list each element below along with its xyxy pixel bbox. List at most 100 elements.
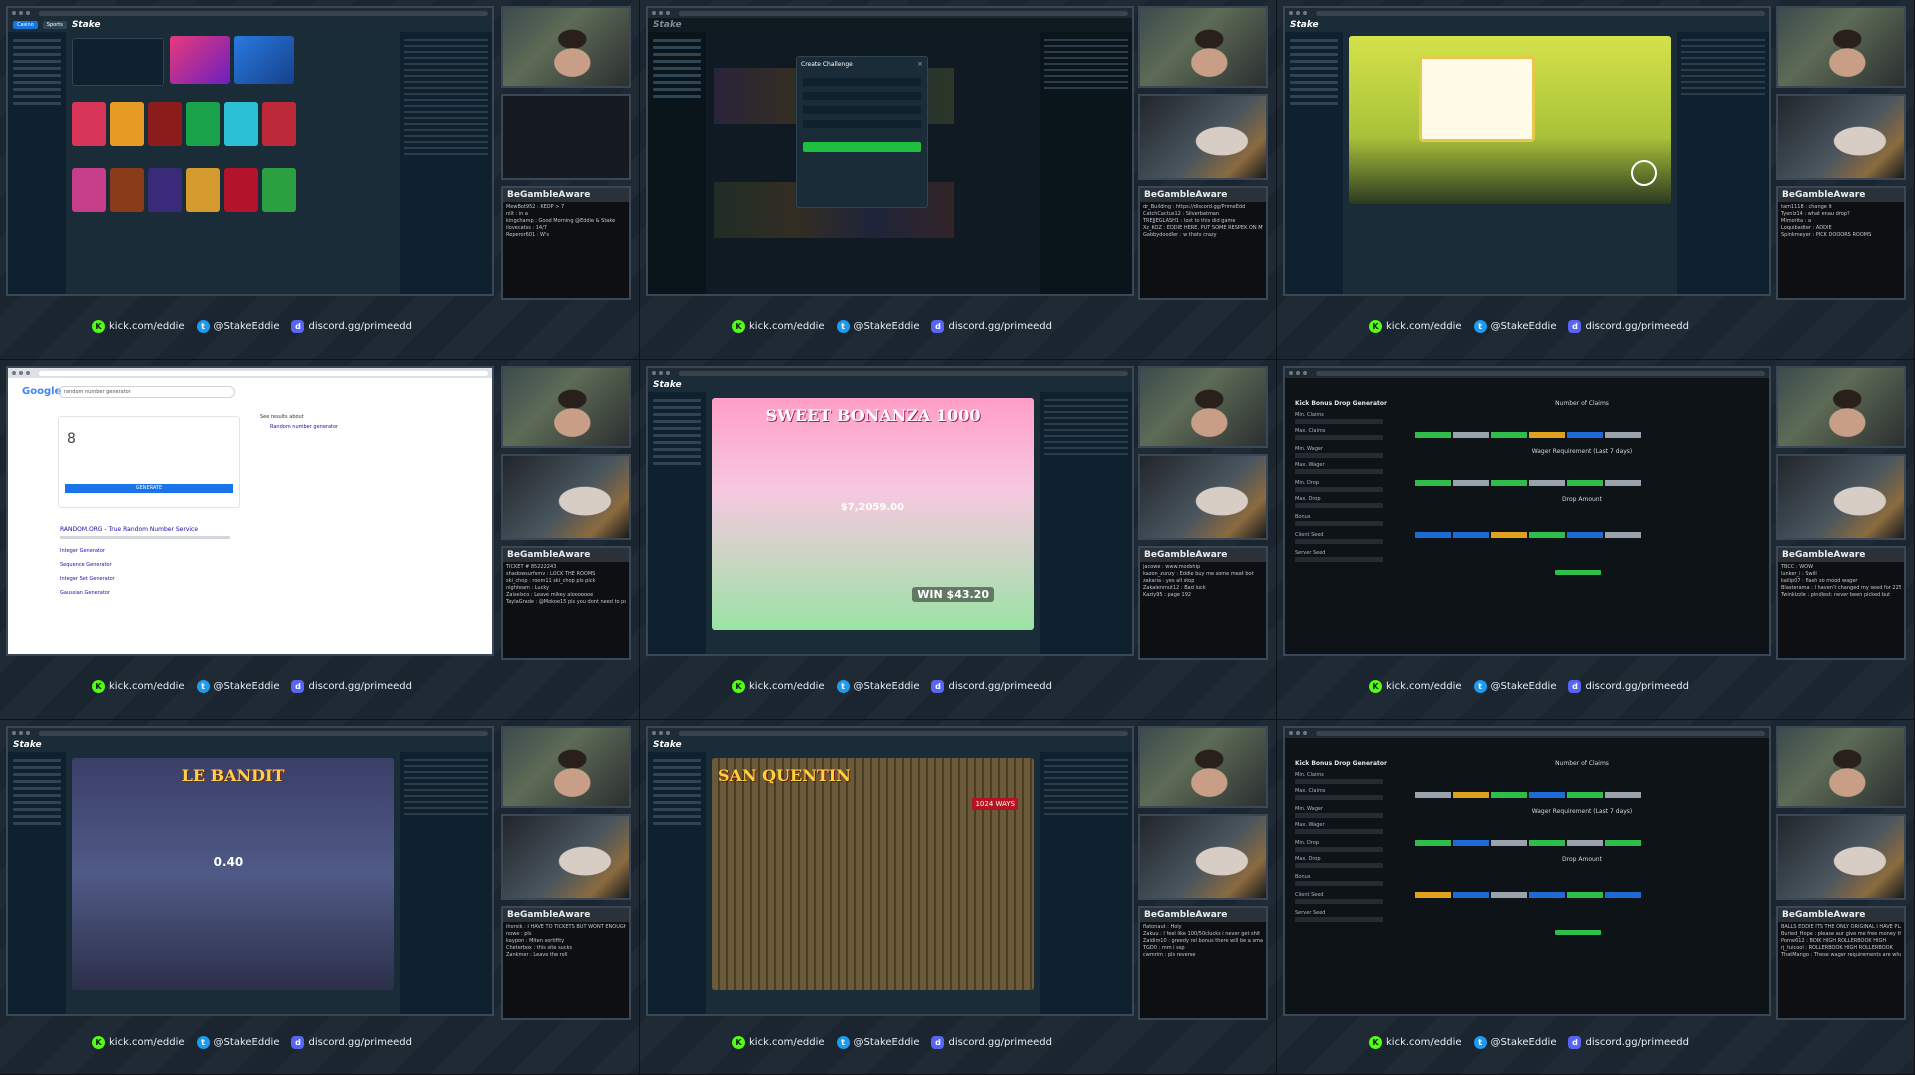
kick-link[interactable]: kick.com/eddie	[109, 681, 185, 692]
game-card[interactable]	[148, 102, 182, 146]
client-seed-input[interactable]	[1295, 539, 1383, 544]
site-logo[interactable]: Stake	[653, 380, 682, 390]
game-card[interactable]	[186, 168, 220, 212]
min-drop-input[interactable]	[1295, 487, 1383, 492]
address-bar[interactable]	[39, 10, 488, 16]
discord-link[interactable]: discord.gg/primeedd	[308, 681, 411, 692]
twitter-link[interactable]: @StakeEddie	[854, 1037, 920, 1048]
kick-link[interactable]: kick.com/eddie	[1386, 1037, 1462, 1048]
discord-link[interactable]: discord.gg/primeedd	[948, 1037, 1051, 1048]
game-card[interactable]	[224, 168, 258, 212]
min-claims-input[interactable]	[1295, 779, 1383, 784]
promo-banner-sports[interactable]	[234, 36, 294, 84]
kick-link[interactable]: kick.com/eddie	[749, 681, 825, 692]
max-claims-input[interactable]	[1295, 435, 1383, 440]
max-drop-input[interactable]	[1295, 863, 1383, 868]
game-card[interactable]	[72, 168, 106, 212]
discord-link[interactable]: discord.gg/primeedd	[948, 681, 1051, 692]
kick-link[interactable]: kick.com/eddie	[1386, 321, 1462, 332]
site-chat	[400, 32, 492, 294]
address-bar[interactable]	[679, 370, 1128, 376]
game-card[interactable]	[262, 102, 296, 146]
generate-button[interactable]: GENERATE	[65, 484, 233, 493]
site-logo[interactable]: Stake	[1290, 20, 1319, 30]
discord-link[interactable]: discord.gg/primeedd	[1585, 1037, 1688, 1048]
server-seed-input[interactable]	[1295, 917, 1383, 922]
twitter-link[interactable]: @StakeEddie	[1491, 1037, 1557, 1048]
twitter-link[interactable]: @StakeEddie	[214, 681, 280, 692]
address-bar[interactable]	[679, 730, 1128, 736]
max-claims-input[interactable]	[1295, 795, 1383, 800]
generate-button[interactable]	[1555, 930, 1601, 935]
max-wager-input[interactable]	[1295, 469, 1383, 474]
min-drop-input[interactable]	[1295, 847, 1383, 852]
bonus-input[interactable]	[1295, 881, 1383, 886]
site-logo[interactable]: Stake	[653, 20, 682, 30]
twitter-link[interactable]: @StakeEddie	[1491, 321, 1557, 332]
game-card[interactable]	[186, 102, 220, 146]
game-card[interactable]	[72, 102, 106, 146]
discord-link[interactable]: discord.gg/primeedd	[308, 321, 411, 332]
twitter-icon: t	[196, 680, 210, 693]
twitter-link[interactable]: @StakeEddie	[854, 321, 920, 332]
twitter-link[interactable]: @StakeEddie	[214, 321, 280, 332]
result-title[interactable]: RANDOM.ORG - True Random Number Service	[60, 526, 198, 533]
min-wager-input[interactable]	[1295, 813, 1383, 818]
site-logo[interactable]: Stake	[13, 740, 42, 750]
discord-link[interactable]: discord.gg/primeedd	[1585, 321, 1688, 332]
min-wager-input[interactable]	[1295, 453, 1383, 458]
address-bar[interactable]	[39, 370, 488, 376]
spin-button[interactable]	[1631, 160, 1657, 186]
address-bar[interactable]	[39, 730, 488, 736]
site-header: Stake	[8, 738, 492, 752]
address-bar[interactable]	[1316, 730, 1765, 736]
address-bar[interactable]	[1316, 10, 1765, 16]
prize-field[interactable]	[803, 106, 921, 114]
kick-link[interactable]: kick.com/eddie	[1386, 681, 1462, 692]
game-card[interactable]	[224, 102, 258, 146]
client-seed-input[interactable]	[1295, 899, 1383, 904]
google-logo[interactable]: Google	[22, 386, 61, 397]
search-input[interactable]: random number generator	[58, 386, 235, 398]
kick-link[interactable]: kick.com/eddie	[109, 1037, 185, 1048]
game-card[interactable]	[110, 102, 144, 146]
result-sublink[interactable]: Gaussian Generator	[60, 590, 110, 596]
max-drop-input[interactable]	[1295, 503, 1383, 508]
address-bar[interactable]	[679, 10, 1128, 16]
kick-link[interactable]: kick.com/eddie	[749, 1037, 825, 1048]
discord-link[interactable]: discord.gg/primeedd	[948, 321, 1051, 332]
result-sublink[interactable]: Integer Set Generator	[60, 576, 115, 582]
server-seed-input[interactable]	[1295, 557, 1383, 562]
game-field[interactable]	[803, 78, 921, 86]
site-chat	[1040, 392, 1132, 654]
bonus-input[interactable]	[1295, 521, 1383, 526]
game-card[interactable]	[148, 168, 182, 212]
promo-banner-casino[interactable]	[170, 36, 230, 84]
address-bar[interactable]	[1316, 370, 1765, 376]
casino-tab[interactable]: Casino	[13, 21, 38, 29]
currency-field[interactable]	[803, 120, 921, 128]
result-sublink[interactable]: Integer Generator	[60, 548, 105, 554]
twitter-link[interactable]: @StakeEddie	[1491, 681, 1557, 692]
result-sublink[interactable]: Sequence Generator	[60, 562, 112, 568]
site-logo[interactable]: Stake	[653, 740, 682, 750]
twitter-link[interactable]: @StakeEddie	[854, 681, 920, 692]
site-logo[interactable]: Stake	[72, 20, 101, 30]
kick-link[interactable]: kick.com/eddie	[749, 321, 825, 332]
sports-tab[interactable]: Sports	[42, 21, 67, 29]
field-label: Max. Drop	[1295, 496, 1321, 502]
twitter-link[interactable]: @StakeEddie	[214, 1037, 280, 1048]
multiplier-field[interactable]	[803, 92, 921, 100]
kick-link[interactable]: kick.com/eddie	[109, 321, 185, 332]
min-claims-input[interactable]	[1295, 419, 1383, 424]
game-card[interactable]	[262, 168, 296, 212]
generate-button[interactable]	[1555, 570, 1601, 575]
wager-header: Wager Requirement (Last 7 days)	[1531, 808, 1633, 815]
game-card[interactable]	[110, 168, 144, 212]
discord-link[interactable]: discord.gg/primeedd	[308, 1037, 411, 1048]
max-wager-input[interactable]	[1295, 829, 1383, 834]
create-challenge-button[interactable]	[803, 142, 921, 152]
close-icon[interactable]: ×	[917, 60, 923, 68]
sidebar-item[interactable]: Random number generator	[270, 424, 338, 430]
discord-link[interactable]: discord.gg/primeedd	[1585, 681, 1688, 692]
